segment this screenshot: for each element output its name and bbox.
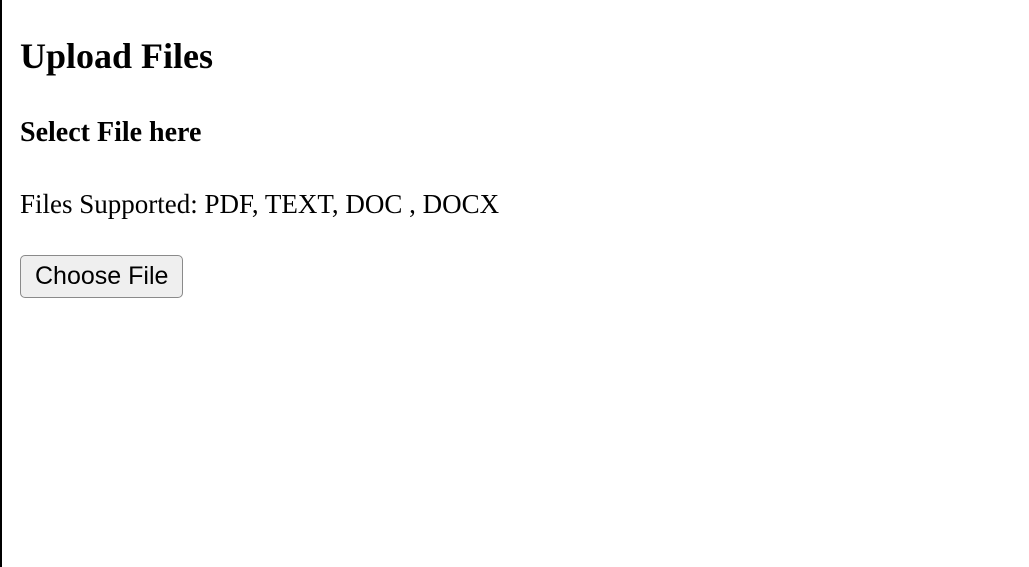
choose-file-button[interactable]: Choose File — [20, 255, 183, 298]
page-title: Upload Files — [20, 35, 1011, 77]
select-file-subtitle: Select File here — [20, 117, 1011, 149]
supported-files-text: Files Supported: PDF, TEXT, DOC , DOCX — [20, 189, 1011, 220]
